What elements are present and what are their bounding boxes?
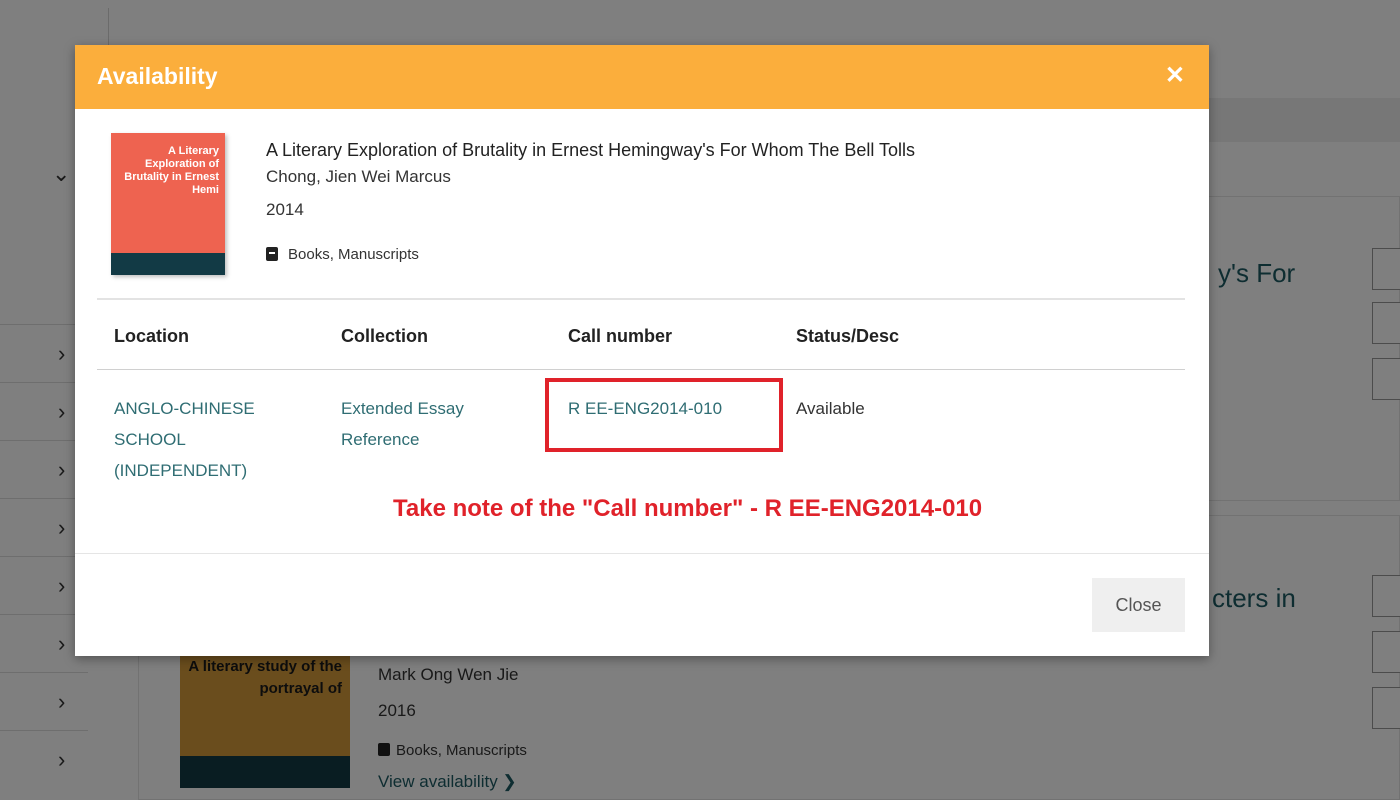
availability-modal: Availability ✕ A Literary Exploration of… <box>75 45 1209 656</box>
close-button[interactable]: Close <box>1092 578 1185 632</box>
location-line: SCHOOL <box>114 430 186 449</box>
column-header-status: Status/Desc <box>796 326 900 346</box>
modal-title: Availability <box>97 63 218 89</box>
location-link[interactable]: ANGLO-CHINESE SCHOOL (INDEPENDENT) <box>114 393 255 486</box>
call-number-link[interactable]: R EE-ENG2014-010 <box>568 393 722 424</box>
collection-line: Extended Essay <box>341 399 464 418</box>
close-icon[interactable]: ✕ <box>1165 63 1185 89</box>
column-header-location: Location <box>114 326 189 346</box>
cover-text: A Literary Exploration of Brutality in E… <box>124 145 219 196</box>
column-header-collection: Collection <box>341 326 429 346</box>
book-author: Chong, Jien Wei Marcus <box>266 167 451 186</box>
status-text: Available <box>796 399 865 418</box>
location-line: ANGLO-CHINESE <box>114 399 255 418</box>
footer-divider <box>75 553 1209 554</box>
book-cover: A Literary Exploration of Brutality in E… <box>111 133 225 275</box>
modal-header: Availability ✕ <box>75 45 1209 109</box>
cover-band <box>111 253 225 275</box>
table-divider <box>97 369 1185 370</box>
divider <box>97 298 1185 300</box>
book-title: A Literary Exploration of Brutality in E… <box>266 140 916 160</box>
book-format-label: Books, Manuscripts <box>288 246 419 263</box>
book-year: 2014 <box>266 200 304 219</box>
collection-line: Reference <box>341 430 420 449</box>
location-line: (INDEPENDENT) <box>114 461 248 480</box>
annotation-note: Take note of the "Call number" - R EE-EN… <box>393 495 983 522</box>
book-icon <box>266 247 278 261</box>
book-format: Books, Manuscripts <box>266 246 419 263</box>
column-header-call-number: Call number <box>568 326 673 346</box>
collection-link[interactable]: Extended Essay Reference <box>341 393 464 455</box>
